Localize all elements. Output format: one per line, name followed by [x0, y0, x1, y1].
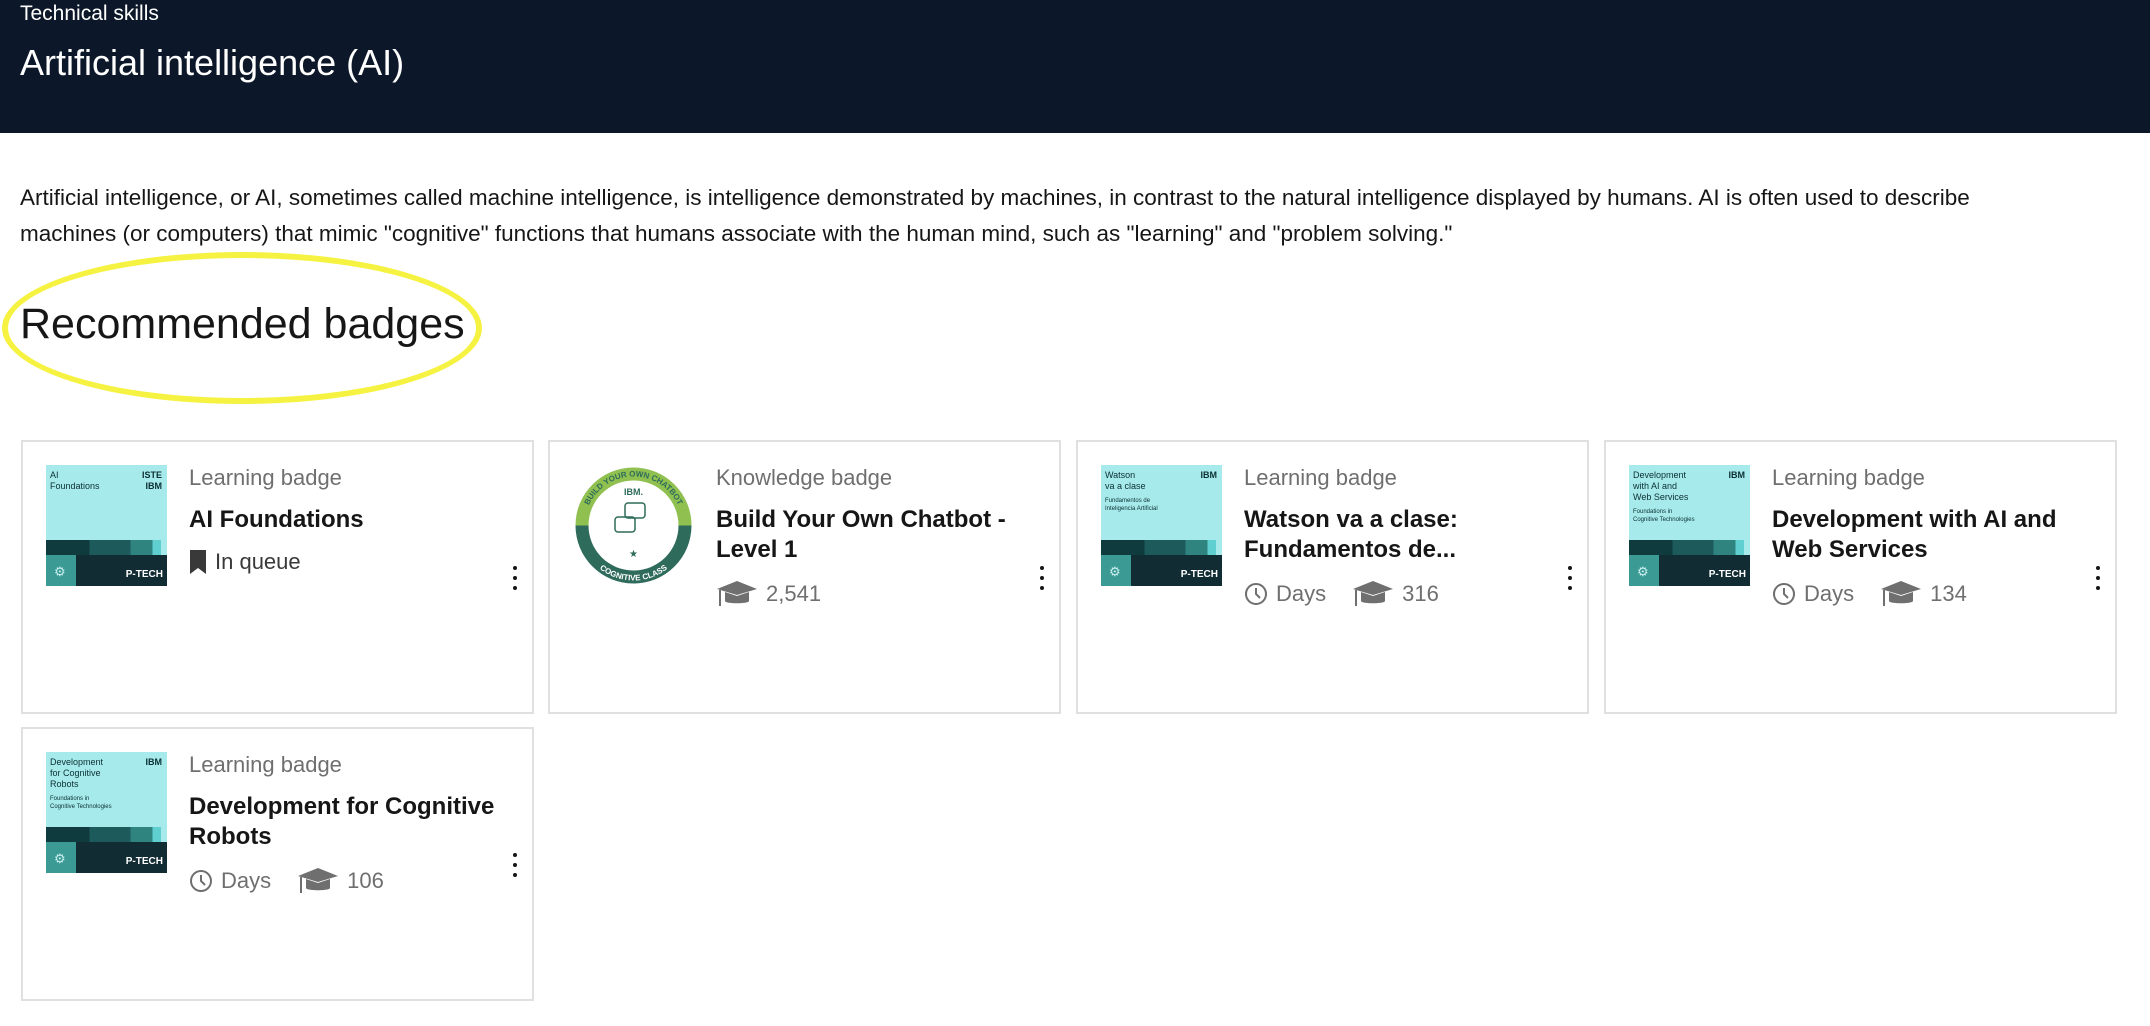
earners-count: 316: [1352, 579, 1439, 609]
duration: Days: [189, 868, 271, 894]
earners-icon: [717, 581, 757, 606]
badge-type: Learning badge: [1772, 465, 1925, 490]
gear-icon: ⚙: [1109, 564, 1121, 579]
duration-text: Days: [1804, 581, 1855, 606]
badge-image: Development with AI and Web Services Fou…: [1629, 465, 1750, 586]
overflow-menu-icon[interactable]: [510, 853, 520, 877]
badge-image-title: Watson va a clase: [1105, 470, 1146, 491]
earners-text: 2,541: [766, 581, 822, 606]
badge-image: AI Foundations ISTE IBM ⚙ P-TECH: [46, 465, 167, 586]
badge-type: Learning badge: [189, 752, 342, 777]
earners-count: 106: [297, 866, 384, 896]
badge-brand: IBM: [1728, 470, 1746, 480]
badge-brand: IBM: [145, 757, 163, 767]
clock-icon: [1245, 583, 1267, 605]
queue-status: In queue: [189, 549, 301, 575]
badge-meta: Days 106: [189, 866, 502, 896]
badge-card[interactable]: Development for Cognitive Robots Foundat…: [21, 727, 534, 1001]
badge-type: Knowledge badge: [716, 465, 893, 490]
badge-image-title: Development for Cognitive Robots: [50, 757, 104, 789]
earners-icon: [1881, 581, 1922, 606]
skill-description: Artificial intelligence, or AI, sometime…: [20, 185, 1970, 246]
badge-name[interactable]: Development for Cognitive Robots: [189, 792, 502, 852]
highlight-annotation: [2, 252, 482, 404]
clock-icon: [190, 870, 212, 892]
bookmark-icon: [190, 550, 206, 574]
earners-text: 134: [1930, 581, 1967, 606]
badge-image-subtitle: Foundations in Cognitive Technologies: [50, 796, 112, 810]
overflow-menu-icon[interactable]: [510, 566, 520, 590]
earners-text: 316: [1402, 581, 1439, 606]
duration: Days: [1244, 581, 1326, 607]
badge-tag: P-TECH: [125, 856, 163, 867]
page-header: Technical skills Artificial intelligence…: [0, 0, 2150, 133]
badge-image-subtitle: Fundamentos de Inteligencia Artificial: [1105, 498, 1158, 512]
svg-text:★: ★: [629, 549, 638, 560]
earners-icon: [1353, 581, 1394, 606]
badge-tag: P-TECH: [1180, 569, 1218, 580]
duration-text: Days: [221, 868, 272, 893]
earners-icon: [298, 868, 339, 893]
badge-type: Learning badge: [189, 465, 342, 490]
overflow-menu-icon[interactable]: [1565, 566, 1575, 590]
gear-icon: ⚙: [54, 564, 66, 579]
gear-icon: ⚙: [54, 851, 66, 866]
gear-icon: ⚙: [1637, 564, 1649, 579]
badge-tag: P-TECH: [1708, 569, 1746, 580]
badge-meta: Days 134: [1772, 579, 2085, 609]
badge-brand: IBM.: [624, 487, 643, 497]
status-text: In queue: [215, 549, 301, 574]
badge-tag: P-TECH: [125, 569, 163, 580]
duration-text: Days: [1276, 581, 1327, 606]
badge-card[interactable]: Development with AI and Web Services Fou…: [1604, 440, 2117, 714]
badge-card[interactable]: Watson va a clase Fundamentos de Intelig…: [1076, 440, 1589, 714]
badge-name[interactable]: Development with AI and Web Services: [1772, 505, 2085, 565]
badge-meta: In queue: [189, 549, 502, 575]
earners-text: 106: [347, 868, 384, 893]
badge-brand: ISTE IBM: [141, 470, 162, 491]
badge-image: Development for Cognitive Robots Foundat…: [46, 752, 167, 873]
category-label: Technical skills: [20, 2, 159, 25]
badge-card[interactable]: BUILD YOUR OWN CHATBOT COGNITIVE CLASS I…: [548, 440, 1061, 714]
badge-image: BUILD YOUR OWN CHATBOT COGNITIVE CLASS I…: [575, 467, 692, 584]
badge-name[interactable]: AI Foundations: [189, 505, 502, 535]
badge-type: Learning badge: [1244, 465, 1397, 490]
earners-count: 2,541: [716, 579, 821, 609]
earners-count: 134: [1880, 579, 1967, 609]
badge-image-title: AI Foundations: [50, 470, 100, 491]
clock-icon: [1773, 583, 1795, 605]
badge-meta: Days 316: [1244, 579, 1557, 609]
badge-name[interactable]: Watson va a clase: Fundamentos de...: [1244, 505, 1557, 565]
badge-image-title: Development with AI and Web Services: [1633, 470, 1689, 502]
overflow-menu-icon[interactable]: [2093, 566, 2103, 590]
badge-card[interactable]: AI Foundations ISTE IBM ⚙ P-TECH Learning …: [21, 440, 534, 714]
badge-image-subtitle: Foundations in Cognitive Technologies: [1633, 509, 1695, 523]
duration: Days: [1772, 581, 1854, 607]
badge-brand: IBM: [1200, 470, 1218, 480]
overflow-menu-icon[interactable]: [1037, 566, 1047, 590]
badge-image: Watson va a clase Fundamentos de Intelig…: [1101, 465, 1222, 586]
badge-name[interactable]: Build Your Own Chatbot - Level 1: [716, 505, 1029, 565]
badge-meta: 2,541: [716, 579, 1029, 609]
page-title: Artificial intelligence (AI): [20, 42, 405, 83]
